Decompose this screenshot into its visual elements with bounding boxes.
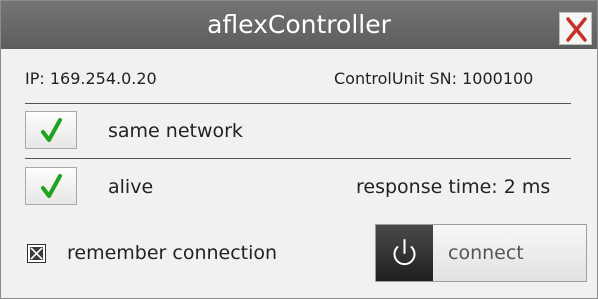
same-network-status-box (25, 111, 77, 149)
ip-address-label: IP: 169.254.0.20 (25, 69, 157, 88)
title-bar[interactable]: aflexController (1, 1, 597, 49)
connect-button[interactable]: connect (375, 224, 587, 282)
checkmark-icon (41, 118, 62, 142)
connect-icon-area (376, 225, 433, 281)
connect-label: connect (448, 242, 524, 264)
divider-top (25, 103, 571, 104)
checkmark-icon (41, 174, 62, 198)
power-icon (393, 239, 416, 266)
remember-connection-label[interactable]: remember connection (67, 241, 277, 265)
close-button[interactable] (559, 12, 592, 45)
remember-connection-checkbox[interactable] (27, 244, 46, 263)
alive-label: alive (108, 176, 154, 198)
control-unit-serial-label: ControlUnit SN: 1000100 (334, 69, 534, 88)
window-title: aflexController (207, 10, 391, 39)
response-time-label: response time: 2 ms (356, 176, 551, 198)
alive-status-box (25, 167, 77, 205)
aflexcontroller-window: aflexController IP: 169.254.0.20 Control… (0, 0, 598, 299)
close-icon (566, 17, 587, 42)
divider-middle (25, 158, 571, 159)
same-network-label: same network (108, 120, 243, 142)
